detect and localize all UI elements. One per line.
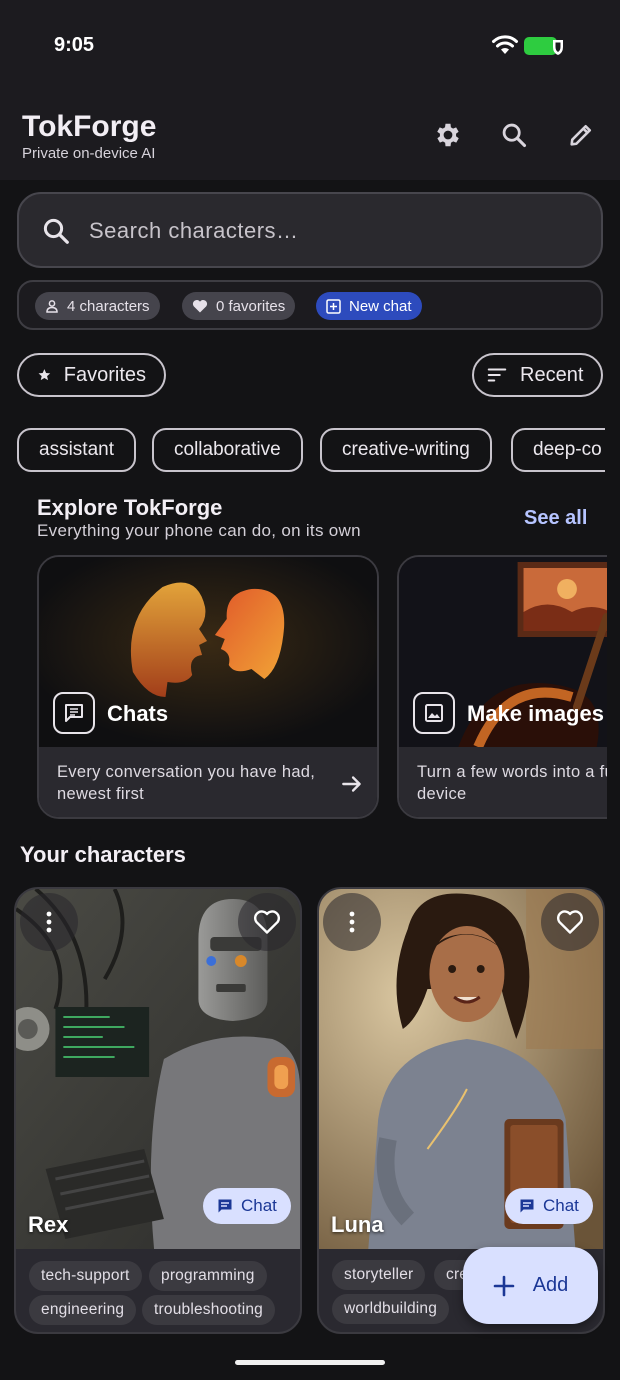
search-input[interactable]: Search characters…: [17, 192, 603, 268]
explore-card-label: Make images: [467, 701, 604, 726]
character-tag: troubleshooting: [142, 1295, 275, 1325]
app-subtitle: Private on-device AI: [22, 145, 156, 162]
characters-count-chip[interactable]: 4 characters: [35, 292, 160, 320]
explore-card-footer: Turn a few words into a fully on-device: [399, 747, 607, 817]
more-vert-icon: [349, 911, 355, 933]
see-all-link[interactable]: See all: [524, 507, 587, 530]
search-placeholder: Search characters…: [89, 218, 299, 243]
app-bar: TokForge Private on-device AI: [0, 95, 620, 180]
edit-button[interactable]: [561, 115, 601, 155]
favorites-filter-button[interactable]: Favorites: [17, 353, 166, 397]
character-tag: engineering: [29, 1295, 137, 1325]
tag-chip[interactable]: deep-co: [511, 428, 605, 472]
status-time: 9:05: [54, 34, 95, 56]
chat-button-label: Chat: [241, 1196, 277, 1215]
star-icon: [38, 369, 51, 381]
character-tag: programming: [149, 1261, 267, 1291]
favorite-toggle-button[interactable]: [541, 893, 599, 951]
character-menu-button[interactable]: [20, 893, 78, 951]
explore-title: Explore TokForge: [37, 495, 223, 520]
character-card-rex[interactable]: Rex Chat tech-support programming engine…: [14, 887, 302, 1334]
settings-button[interactable]: [428, 115, 468, 155]
person-icon: [46, 300, 58, 313]
sort-button[interactable]: Recent: [472, 353, 603, 397]
add-character-button[interactable]: Add: [463, 1247, 598, 1324]
new-chat-label: New chat: [349, 297, 412, 315]
explore-card-label: Chats: [107, 701, 169, 726]
explore-card-desc: Every conversation you have had, newest …: [57, 763, 316, 803]
character-name: Rex: [28, 1212, 69, 1237]
chat-button-label: Chat: [543, 1196, 579, 1215]
explore-carousel: Chats Every conversation you have had, n…: [37, 555, 607, 820]
tag-chip[interactable]: collaborative: [152, 428, 303, 472]
favorites-count-chip[interactable]: 0 favorites: [182, 292, 296, 320]
character-tag: tech-support: [29, 1261, 142, 1291]
explore-card-footer: Every conversation you have had, newest …: [39, 747, 377, 817]
favorites-count-label: 0 favorites: [216, 297, 286, 315]
search-button[interactable]: [494, 115, 534, 155]
character-menu-button[interactable]: [323, 893, 381, 951]
character-tag: worldbuilding: [332, 1294, 450, 1324]
favorite-toggle-button[interactable]: [238, 893, 296, 951]
explore-card-chats[interactable]: Chats Every conversation you have had, n…: [37, 555, 379, 819]
explore-subtitle: Everything your phone can do, on its own: [37, 521, 361, 540]
wifi-icon: [492, 35, 518, 54]
sort-label: Recent: [520, 363, 584, 386]
more-vert-icon: [46, 911, 52, 933]
chat-button[interactable]: Chat: [505, 1188, 593, 1224]
plus-icon: [493, 1275, 515, 1296]
add-box-icon: [326, 298, 341, 314]
characters-section-title: Your characters: [20, 842, 186, 867]
tag-chip[interactable]: creative-writing: [320, 428, 492, 472]
battery-icon: [524, 37, 563, 55]
characters-count-label: 4 characters: [67, 297, 150, 315]
home-indicator[interactable]: [235, 1360, 385, 1365]
explore-card-desc: Turn a few words into a fully on-device: [417, 763, 607, 803]
search-icon: [43, 218, 69, 244]
new-chat-chip[interactable]: New chat: [316, 292, 422, 320]
chat-icon: [218, 1199, 232, 1213]
sort-icon: [487, 368, 507, 382]
tag-filter-row: assistant collaborative creative-writing…: [17, 428, 605, 474]
image-icon: [413, 692, 455, 734]
chat-icon: [520, 1199, 534, 1213]
heart-outline-icon: [556, 910, 584, 934]
heart-icon: [192, 300, 208, 313]
search-icon: [502, 123, 527, 148]
character-tag: storyteller: [332, 1260, 426, 1290]
gear-icon: [437, 123, 459, 147]
arrow-right-icon: [342, 776, 361, 792]
chat-icon: [53, 692, 95, 734]
heart-outline-icon: [253, 910, 281, 934]
explore-card-make-images[interactable]: Make images Turn a few words into a full…: [397, 555, 607, 819]
tag-chip[interactable]: assistant: [17, 428, 136, 472]
status-bar: 9:05: [0, 0, 620, 95]
add-button-label: Add: [532, 1274, 569, 1296]
chat-button[interactable]: Chat: [203, 1188, 291, 1224]
character-name: Luna: [331, 1212, 384, 1237]
app-title: TokForge: [22, 110, 157, 143]
stats-row: 4 characters 0 favorites New chat: [17, 280, 603, 330]
edit-icon: [570, 124, 592, 146]
favorites-filter-label: Favorites: [63, 363, 146, 386]
